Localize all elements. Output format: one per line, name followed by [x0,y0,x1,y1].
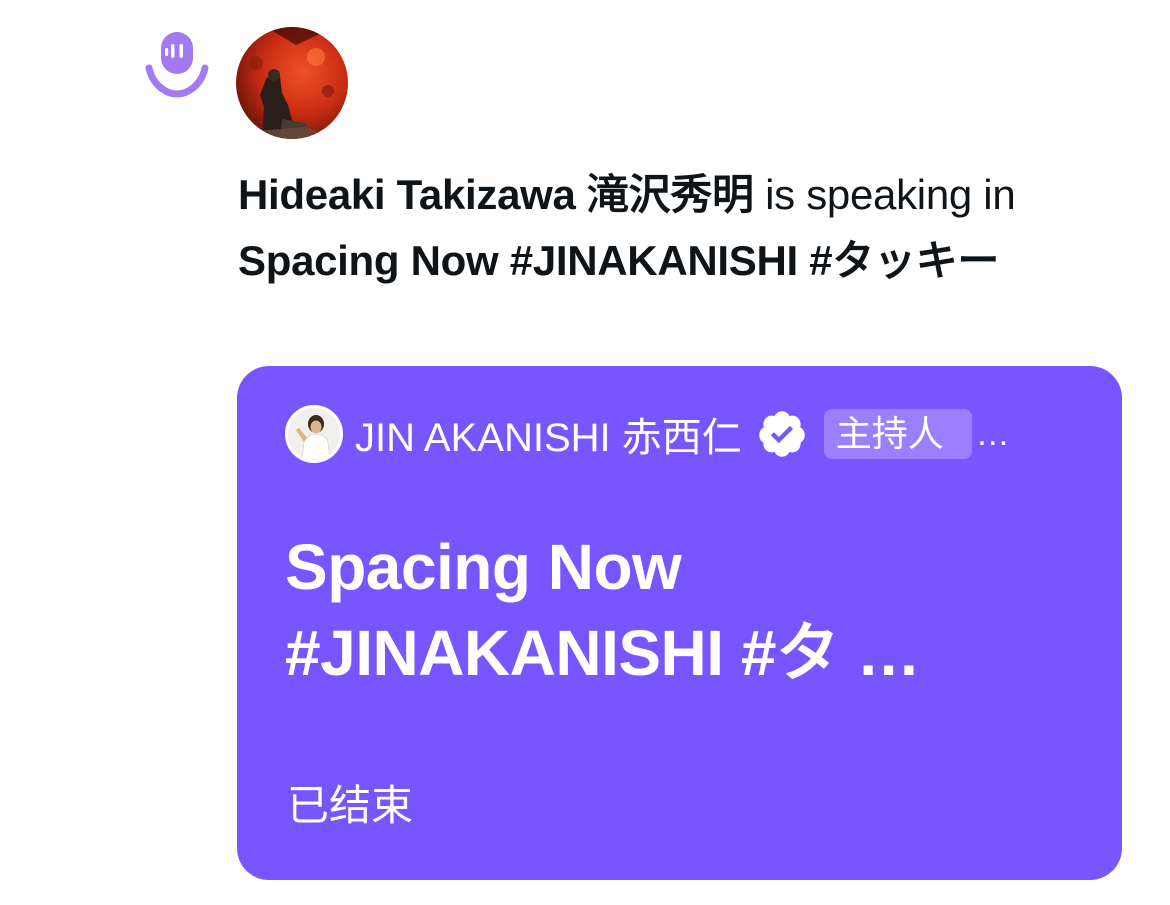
speaking-text: is speaking in [753,171,1016,218]
host-badge-overflow: … [975,414,1011,453]
speaker-name[interactable]: Hideaki Takizawa 滝沢秀明 [238,171,754,218]
host-row: JIN AKANISHI 赤西仁 主持人 … [285,404,1085,464]
space-card-title-line1: Spacing Now [285,531,682,603]
space-card-title: Spacing Now #JINAKANISHI #タ … [285,524,1025,696]
speaker-avatar[interactable] [236,27,348,139]
activity-text: Hideaki Takizawa 滝沢秀明 is speaking in Spa… [238,162,1118,294]
host-name: JIN AKANISHI 赤西仁 [355,416,742,460]
host-avatar-image [288,408,340,460]
space-status: 已结束 [287,782,414,829]
host-role-label: 主持人 [835,413,944,454]
spaces-icon [145,32,209,98]
verified-badge-icon [758,411,805,457]
speaker-avatar-image [236,27,348,139]
host-role-badge: 主持人 [823,409,972,459]
space-card-title-line2: #JINAKANISHI #タ … [285,617,921,689]
host-avatar [285,405,343,463]
space-title-link[interactable]: Spacing Now #JINAKANISHI #タッキー [238,237,999,284]
space-card[interactable]: JIN AKANISHI 赤西仁 主持人 … Spacing Now #JINA… [237,366,1122,880]
